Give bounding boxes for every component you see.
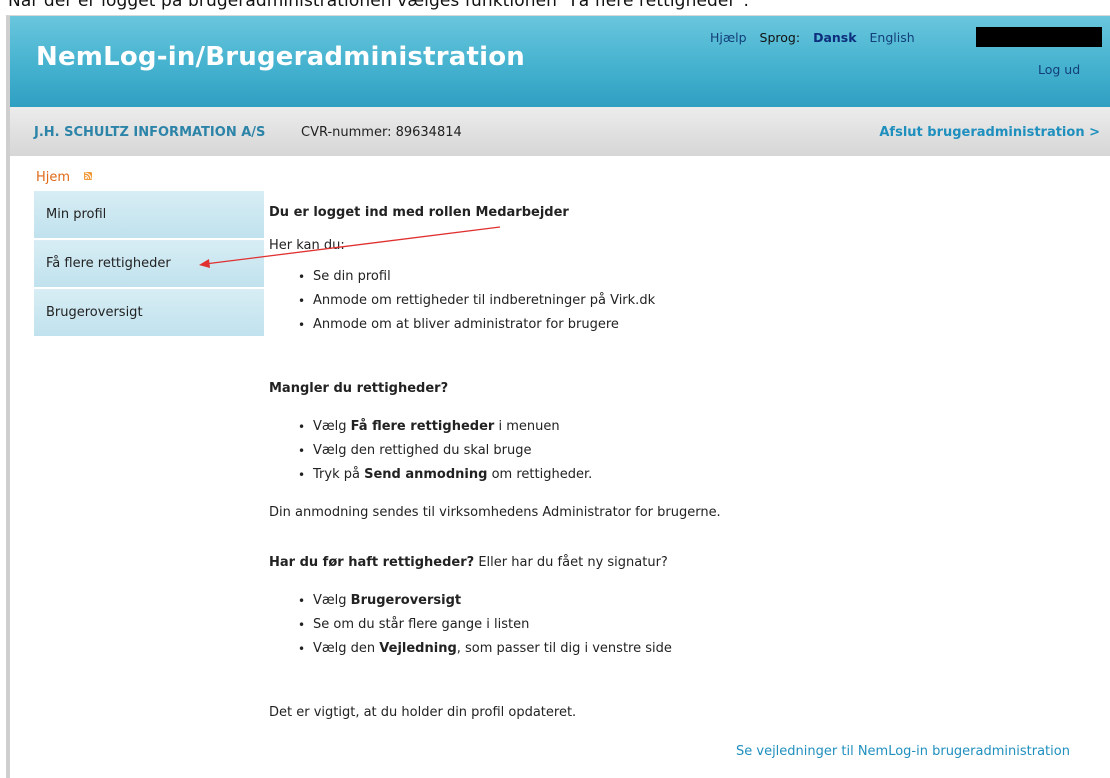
site-header: NemLog-in/Brugeradministration Hjælp Spr… — [10, 16, 1110, 107]
list-item: Vælg Få flere rettigheder i menuen — [298, 415, 592, 439]
sidebar-item-faa-flere-rettigheder[interactable]: Få flere rettigheder — [34, 240, 264, 289]
can-do-list: Se din profil Anmode om rettigheder til … — [269, 265, 655, 337]
intro-text: Her kan du: — [269, 238, 345, 253]
language-label: Sprog: — [759, 30, 801, 45]
logout-link[interactable]: Log ud — [1038, 62, 1080, 77]
cvr-number: CVR-nummer: 89634814 — [301, 125, 462, 140]
had-rights-heading: Har du før haft rettigheder? Eller har d… — [269, 555, 668, 570]
missing-rights-heading: Mangler du rettigheder? — [269, 381, 449, 396]
list-item: Anmode om at bliver administrator for br… — [298, 313, 655, 337]
had-steps-list: Vælg Brugeroversigt Se om du står flere … — [269, 589, 672, 661]
list-item: Se din profil — [298, 265, 655, 289]
company-bar: J.H. SCHULTZ INFORMATION A/S CVR-nummer:… — [10, 107, 1110, 156]
list-item: Anmode om rettigheder til indberetninger… — [298, 289, 655, 313]
sidebar-menu: Min profil Få flere rettigheder Brugerov… — [34, 191, 264, 338]
profile-reminder: Det er vigtigt, at du holder din profil … — [269, 705, 577, 720]
list-item: Vælg Brugeroversigt — [298, 589, 672, 613]
instruction-caption: Når der er logget på brugeradministratio… — [8, 0, 749, 11]
company-name: J.H. SCHULTZ INFORMATION A/S — [34, 125, 266, 140]
language-dansk-link[interactable]: Dansk — [813, 30, 856, 45]
guide-link[interactable]: Se vejledninger til NemLog-in brugeradmi… — [736, 744, 1070, 759]
role-heading: Du er logget ind med rollen Medarbejder — [269, 205, 569, 220]
browser-viewport: NemLog-in/Brugeradministration Hjælp Spr… — [6, 15, 1110, 778]
top-links: Hjælp Sprog: Dansk English — [710, 30, 924, 45]
help-link[interactable]: Hjælp — [710, 30, 747, 45]
sidebar-item-brugeroversigt[interactable]: Brugeroversigt — [34, 289, 264, 338]
missing-steps-list: Vælg Få flere rettigheder i menuen Vælg … — [269, 415, 592, 487]
breadcrumb-home-link[interactable]: Hjem — [36, 170, 70, 185]
list-item: Se om du står flere gange i listen — [298, 613, 672, 637]
sidebar-item-min-profil[interactable]: Min profil — [34, 191, 264, 240]
site-title[interactable]: NemLog-in/Brugeradministration — [36, 42, 525, 72]
redacted-user-name — [976, 27, 1102, 47]
list-item: Tryk på Send anmodning om rettigheder. — [298, 463, 592, 487]
request-note: Din anmodning sendes til virksomhedens A… — [269, 505, 721, 520]
language-english-link[interactable]: English — [870, 30, 915, 45]
breadcrumb: Hjem — [36, 170, 93, 185]
list-item: Vælg den rettighed du skal bruge — [298, 439, 592, 463]
rss-feed-icon — [84, 172, 93, 180]
exit-admin-link[interactable]: Afslut brugeradministration > — [879, 125, 1100, 140]
list-item: Vælg den Vejledning, som passer til dig … — [298, 637, 672, 661]
